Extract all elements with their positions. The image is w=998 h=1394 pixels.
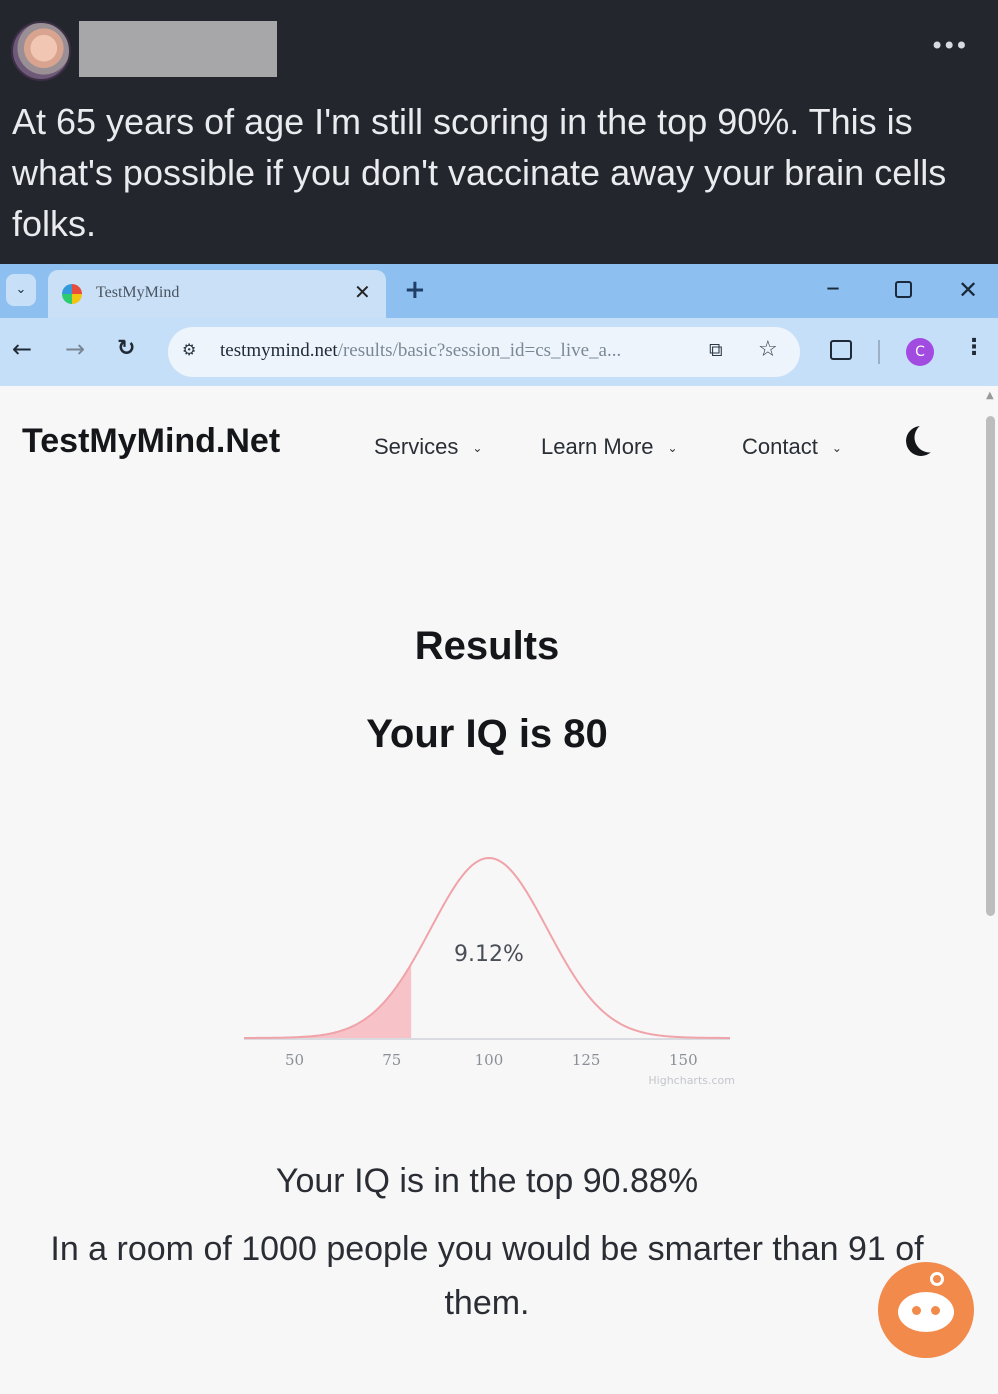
maximize-icon[interactable] (895, 281, 912, 298)
nav-contact[interactable]: Contact ⌄ (742, 434, 842, 460)
nav-contact-label: Contact (742, 434, 818, 459)
x-tick-label: 75 (382, 1051, 401, 1069)
tab-title: TestMyMind (96, 284, 180, 301)
results-heading: Results (414, 624, 560, 668)
web-page: ▲ TestMyMind.Net Services ⌄ Learn More ⌄ C… (0, 386, 998, 1394)
reddit-eye (931, 1306, 940, 1315)
redacted-username (79, 21, 277, 77)
favicon-icon (62, 284, 82, 304)
x-tick-label: 50 (285, 1051, 304, 1069)
new-tab-button[interactable]: + (404, 275, 426, 305)
x-tick-label: 100 (475, 1051, 504, 1069)
chart-credit: Highcharts.com (648, 1074, 735, 1087)
browser-menu-icon[interactable]: ⋮ (963, 335, 985, 360)
url-host: testmymind.net (220, 340, 338, 361)
shaded-percent-label: 9.12% (454, 942, 524, 967)
url-text[interactable]: testmymind.net/results/basic?session_id=… (220, 340, 621, 362)
percentile-summary: Your IQ is in the top 90.88% (275, 1162, 699, 1200)
x-tick-label: 125 (572, 1051, 601, 1069)
more-options-icon[interactable]: ••• (930, 32, 968, 60)
reddit-antenna (930, 1272, 944, 1286)
iq-score-heading: Your IQ is 80 (366, 712, 608, 756)
iq-distribution-chart: 9.12% 50 75 100 125 150 Highcharts.com (243, 856, 735, 1087)
cast-icon[interactable]: ⧉ (709, 339, 723, 361)
tab-testmymind[interactable]: TestMyMind ✕ (48, 270, 386, 318)
url-path: /results/basic?session_id=cs_live_a... (337, 340, 622, 361)
reddit-eye (912, 1306, 921, 1315)
site-info-icon[interactable]: ⚙ (182, 340, 196, 359)
reddit-logo-icon (878, 1262, 974, 1358)
nav-services[interactable]: Services ⌄ (374, 434, 482, 460)
back-icon[interactable]: ← (12, 335, 32, 363)
profile-avatar[interactable]: C (906, 338, 934, 366)
post-header: ••• At 65 years of age I'm still scoring… (0, 0, 998, 264)
nav-services-label: Services (374, 434, 459, 459)
chevron-down-icon: ⌄ (472, 441, 483, 456)
dark-mode-moon-icon[interactable] (904, 424, 939, 459)
chevron-down-icon: ⌄ (667, 441, 678, 456)
toolbar-divider (878, 340, 880, 364)
minimize-icon[interactable]: – (826, 270, 840, 303)
scroll-up-icon[interactable]: ▲ (986, 390, 994, 401)
room-comparison: In a room of 1000 people you would be sm… (50, 1230, 924, 1322)
forward-icon[interactable]: → (65, 335, 85, 363)
reload-icon[interactable]: ↻ (117, 336, 135, 361)
x-tick-label: 150 (669, 1051, 698, 1069)
chevron-down-icon: ⌄ (831, 441, 842, 456)
browser-window: ⌄ TestMyMind ✕ + – ✕ ← → ↻ ⚙ testmymind.… (0, 264, 998, 1394)
site-logo[interactable]: TestMyMind.Net (22, 422, 280, 461)
avatar[interactable] (11, 21, 71, 81)
scrollbar-thumb[interactable] (986, 416, 995, 916)
tab-search-icon[interactable]: ⌄ (6, 274, 36, 306)
reddit-face (898, 1292, 954, 1332)
browser-toolbar: ← → ↻ ⚙ testmymind.net/results/basic?ses… (0, 318, 998, 386)
address-bar[interactable]: ⚙ testmymind.net/results/basic?session_i… (168, 327, 800, 377)
tab-strip: ⌄ TestMyMind ✕ + – ✕ (0, 264, 998, 318)
close-tab-icon[interactable]: ✕ (354, 280, 371, 304)
bookmark-star-icon[interactable]: ☆ (758, 337, 778, 362)
nav-learn-more-label: Learn More (541, 434, 654, 459)
close-window-icon[interactable]: ✕ (958, 276, 978, 304)
nav-learn-more[interactable]: Learn More ⌄ (541, 434, 678, 460)
post-text: At 65 years of age I'm still scoring in … (12, 101, 947, 244)
extensions-icon[interactable] (830, 340, 852, 360)
